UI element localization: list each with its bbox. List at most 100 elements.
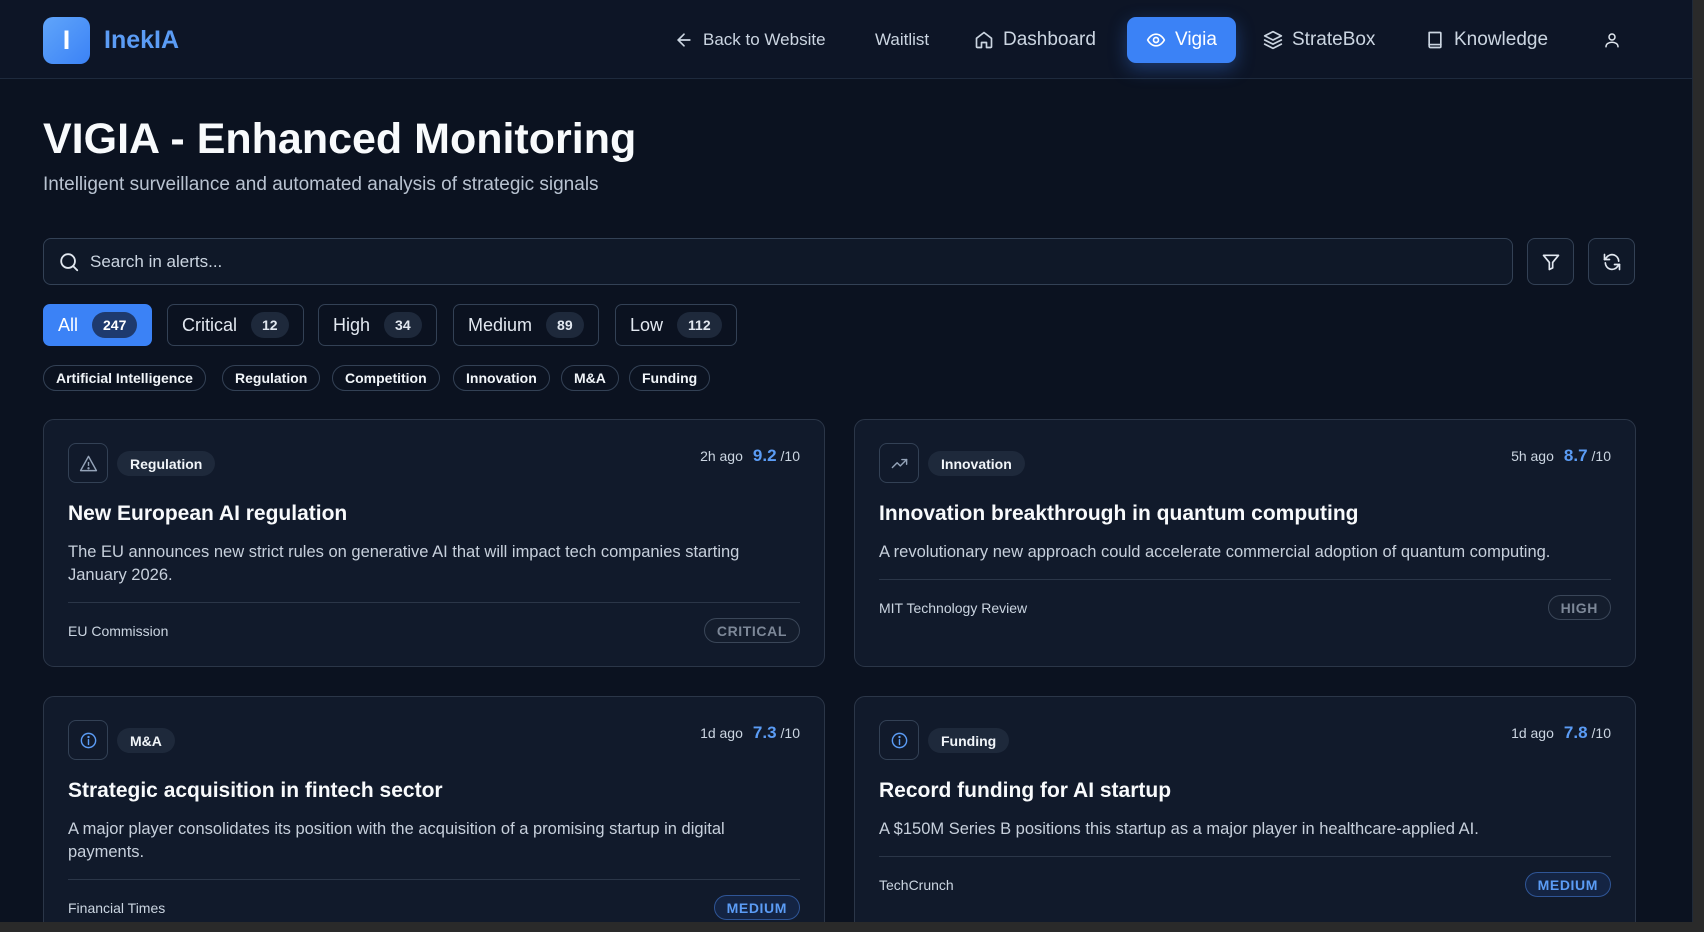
alert-title: Record funding for AI startup	[879, 779, 1172, 802]
page-title: VIGIA - Enhanced Monitoring	[43, 115, 637, 163]
alert-score: 9.2	[752, 446, 777, 465]
tab-label: All	[58, 314, 79, 335]
filter-icon	[1542, 254, 1559, 270]
tab-label: Low	[630, 314, 664, 335]
tab-count: 247	[92, 312, 138, 338]
alert-time: 2h ago	[700, 448, 743, 464]
tab-count: 89	[546, 312, 584, 338]
nav-stratebox[interactable]: StrateBox	[1263, 17, 1375, 63]
nav-back-to-website[interactable]: Back to Website	[674, 17, 826, 63]
alert-description: A $150M Series B positions this startup …	[879, 820, 1479, 838]
logo-icon[interactable]: I	[43, 17, 90, 64]
search-input[interactable]	[90, 239, 1512, 284]
nav-vigia[interactable]: Vigia	[1127, 17, 1236, 63]
app-window: I InekIA Back to Website Waitlist Dashbo…	[0, 0, 1693, 922]
alert-title: Strategic acquisition in fintech sector	[68, 779, 443, 802]
search-bar	[43, 238, 1513, 285]
info-icon	[891, 732, 907, 748]
page-subtitle: Intelligent surveillance and automated a…	[43, 174, 599, 195]
alert-icon-box	[68, 720, 108, 760]
tab-low[interactable]: Low 112	[615, 304, 737, 346]
alert-category-badge: M&A	[117, 728, 175, 753]
tab-label: High	[333, 314, 371, 335]
user-profile-button[interactable]	[1603, 17, 1621, 63]
layers-icon	[1263, 30, 1283, 50]
severity-badge: HIGH	[1547, 595, 1611, 620]
refresh-button[interactable]	[1588, 238, 1635, 285]
book-icon	[1428, 31, 1442, 49]
nav-stratebox-label: StrateBox	[1292, 29, 1376, 50]
alert-description: A revolutionary new approach could accel…	[879, 543, 1551, 561]
alert-description: The EU announces new strict rules on gen…	[68, 543, 740, 584]
tab-count: 12	[251, 312, 289, 338]
nav-knowledge[interactable]: Knowledge	[1425, 17, 1548, 63]
alert-icon-box	[879, 443, 919, 483]
chip-regulation[interactable]: Regulation	[222, 365, 321, 391]
alert-card[interactable]: M&A 1d ago 7.3 /10 Strategic acquisition…	[43, 696, 825, 922]
alert-meta: 5h ago 8.7 /10	[1511, 446, 1611, 466]
window-bottom-edge	[0, 922, 1704, 932]
warning-triangle-icon	[79, 455, 97, 471]
alert-meta: 1d ago 7.8 /10	[1511, 723, 1611, 743]
divider	[68, 602, 800, 603]
chip-funding[interactable]: Funding	[629, 365, 711, 391]
alert-score-suffix: /10	[780, 725, 800, 741]
user-icon	[1605, 33, 1619, 48]
severity-badge: MEDIUM	[1524, 872, 1611, 897]
severity-badge: MEDIUM	[713, 895, 800, 920]
tab-medium[interactable]: Medium 89	[453, 304, 599, 346]
alert-card[interactable]: Regulation 2h ago 9.2 /10 New European A…	[43, 419, 825, 667]
tab-count: 112	[677, 312, 722, 338]
tab-all[interactable]: All 247	[43, 304, 153, 346]
alert-score-suffix: /10	[780, 448, 800, 464]
home-icon	[975, 31, 993, 49]
alert-meta: 2h ago 9.2 /10	[700, 446, 800, 466]
tab-critical[interactable]: Critical 12	[167, 304, 304, 346]
alert-card[interactable]: Innovation 5h ago 8.7 /10 Innovation bre…	[854, 419, 1636, 667]
alert-score: 8.7	[1563, 446, 1588, 465]
alert-meta: 1d ago 7.3 /10	[700, 723, 800, 743]
tab-count: 34	[384, 312, 422, 338]
alert-category-badge: Funding	[928, 728, 1010, 753]
alert-card[interactable]: Funding 1d ago 7.8 /10 Record funding fo…	[854, 696, 1636, 922]
alert-time: 1d ago	[700, 725, 743, 741]
nav-back-label: Back to Website	[703, 30, 826, 49]
alert-time: 1d ago	[1511, 725, 1554, 741]
brand-name[interactable]: InekIA	[104, 25, 179, 55]
trending-up-icon	[891, 458, 907, 468]
alert-title: New European AI regulation	[68, 502, 348, 525]
alert-source: TechCrunch	[879, 877, 954, 893]
nav-waitlist[interactable]: Waitlist	[875, 17, 929, 63]
tab-high[interactable]: High 34	[318, 304, 437, 346]
tab-label: Critical	[182, 314, 238, 335]
arrow-left-icon	[677, 33, 691, 47]
chip-m-and-a[interactable]: M&A	[561, 365, 619, 391]
eye-icon	[1146, 33, 1166, 47]
info-icon	[80, 732, 96, 748]
refresh-icon	[1603, 253, 1620, 270]
filter-button[interactable]	[1527, 238, 1574, 285]
nav-dashboard[interactable]: Dashboard	[974, 17, 1096, 63]
alert-source: Financial Times	[68, 900, 166, 916]
alert-source: EU Commission	[68, 623, 169, 639]
tab-label: Medium	[468, 314, 533, 335]
alert-source: MIT Technology Review	[879, 600, 1028, 616]
divider	[879, 856, 1611, 857]
chip-artificial-intelligence[interactable]: Artificial Intelligence	[43, 365, 206, 391]
alert-category-badge: Regulation	[117, 451, 216, 476]
alert-time: 5h ago	[1511, 448, 1554, 464]
alert-score-suffix: /10	[1591, 448, 1611, 464]
alert-score: 7.8	[1563, 723, 1588, 742]
nav-waitlist-label: Waitlist	[875, 30, 930, 49]
search-icon	[60, 252, 79, 271]
top-navigation-bar: I InekIA Back to Website Waitlist Dashbo…	[0, 0, 1692, 79]
chip-innovation[interactable]: Innovation	[453, 365, 550, 391]
severity-badge: CRITICAL	[703, 618, 800, 643]
chip-competition[interactable]: Competition	[332, 365, 440, 391]
alert-icon-box	[879, 720, 919, 760]
nav-dashboard-label: Dashboard	[1003, 29, 1096, 50]
alert-description: A major player consolidates its position…	[68, 820, 725, 861]
nav-vigia-label: Vigia	[1175, 29, 1217, 50]
divider	[68, 879, 800, 880]
alert-icon-box	[68, 443, 108, 483]
